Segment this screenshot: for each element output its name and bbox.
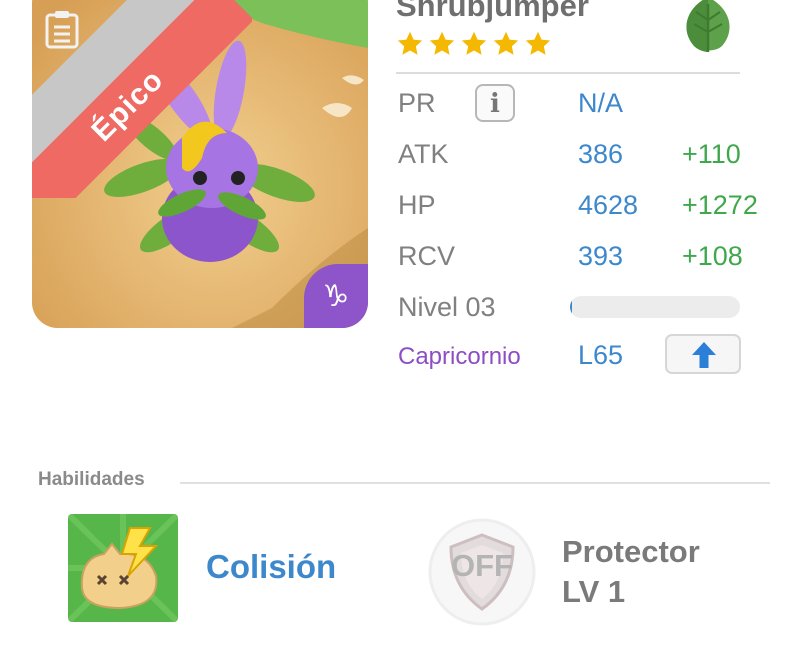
hp-bonus: +1272 (682, 190, 758, 220)
star-icon (429, 31, 455, 55)
collision-skill-art (68, 514, 178, 622)
star-rating (396, 30, 552, 58)
pr-label: PR (398, 88, 436, 118)
hp-value: 4628 (578, 190, 639, 220)
passive-skill-title: Protector (562, 534, 700, 569)
atk-bonus: +110 (682, 139, 741, 169)
star-icon (525, 31, 551, 55)
abilities-divider (180, 482, 770, 484)
atk-value: 386 (578, 139, 624, 169)
monster-name: Shrubjumper (396, 0, 589, 23)
passive-skill-level: LV 1 (562, 574, 626, 609)
active-skill-name[interactable]: Colisión (206, 548, 336, 586)
atk-label: ATK (398, 139, 449, 169)
rcv-bonus: +108 (682, 241, 743, 271)
zodiac-label: Capricornio (398, 343, 521, 370)
pr-info-button[interactable]: i (475, 84, 515, 122)
star-icon (493, 31, 519, 55)
star-icon (461, 31, 487, 55)
star-icon (397, 31, 423, 55)
xp-progress-fill (570, 296, 572, 318)
abilities-section-title: Habilidades (38, 469, 145, 490)
zodiac-level-value: L65 (578, 340, 624, 370)
passive-skill-name[interactable]: Protector LV 1 (562, 532, 700, 612)
header-divider (396, 72, 740, 74)
level-label: Nivel 03 (398, 292, 496, 322)
up-arrow-icon (692, 342, 716, 368)
monster-portrait[interactable]: Épico ♑ (32, 0, 368, 328)
hp-label: HP (398, 190, 436, 220)
level-up-button[interactable] (665, 334, 741, 374)
capricorn-icon: ♑ (304, 264, 368, 328)
passive-status-off: OFF (451, 548, 513, 583)
rcv-value: 393 (578, 241, 624, 271)
info-icon: i (490, 89, 500, 119)
rcv-label: RCV (398, 241, 456, 271)
leaf-icon[interactable] (676, 0, 740, 56)
xp-progress-bar (570, 296, 740, 318)
pr-value: N/A (578, 88, 624, 118)
clipboard-icon (45, 11, 79, 49)
rarity-ribbon-area: Épico (32, 0, 252, 198)
collision-icon[interactable] (68, 514, 178, 622)
